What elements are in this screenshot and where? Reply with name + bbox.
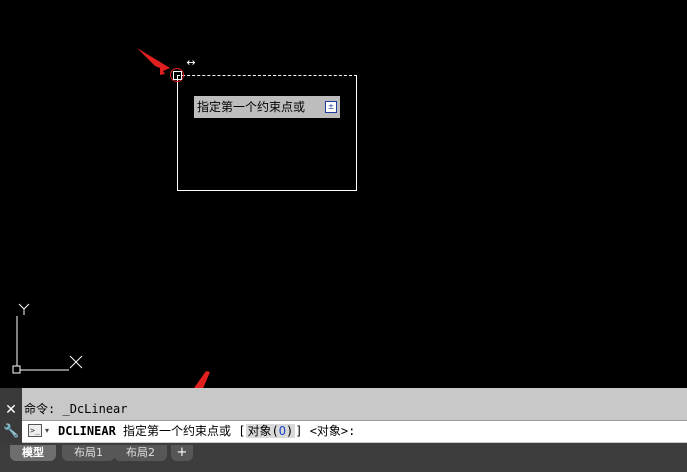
- prompt-message: 指定第一个约束点或: [123, 424, 232, 438]
- default-option: <对象>:: [309, 424, 356, 438]
- prompt-icon[interactable]: >_: [28, 424, 42, 437]
- history-value: _DcLinear: [62, 402, 128, 416]
- bracket-close: ]: [295, 424, 303, 438]
- command-history: 命令: _DcLinear: [24, 401, 128, 417]
- current-command: DCLINEAR: [58, 424, 116, 438]
- ucs-icon: [12, 303, 83, 374]
- bracket-open: [: [238, 424, 246, 438]
- history-label: 命令:: [24, 402, 56, 416]
- wrench-icon[interactable]: 🔧: [3, 424, 19, 440]
- option-object[interactable]: 对象(O): [245, 424, 296, 438]
- chevron-down-icon[interactable]: ▾: [45, 424, 49, 437]
- close-icon[interactable]: ✕: [3, 402, 19, 418]
- tab-model[interactable]: 模型: [10, 445, 56, 461]
- add-tab-icon[interactable]: +: [171, 445, 193, 461]
- command-prompt-text: DCLINEAR 指定第一个约束点或 [对象(O)] <对象>:: [58, 422, 355, 440]
- red-arrow-top-icon: [137, 48, 170, 75]
- tab-layout1[interactable]: 布局1: [62, 445, 115, 461]
- tab-layout2[interactable]: 布局2: [114, 445, 167, 461]
